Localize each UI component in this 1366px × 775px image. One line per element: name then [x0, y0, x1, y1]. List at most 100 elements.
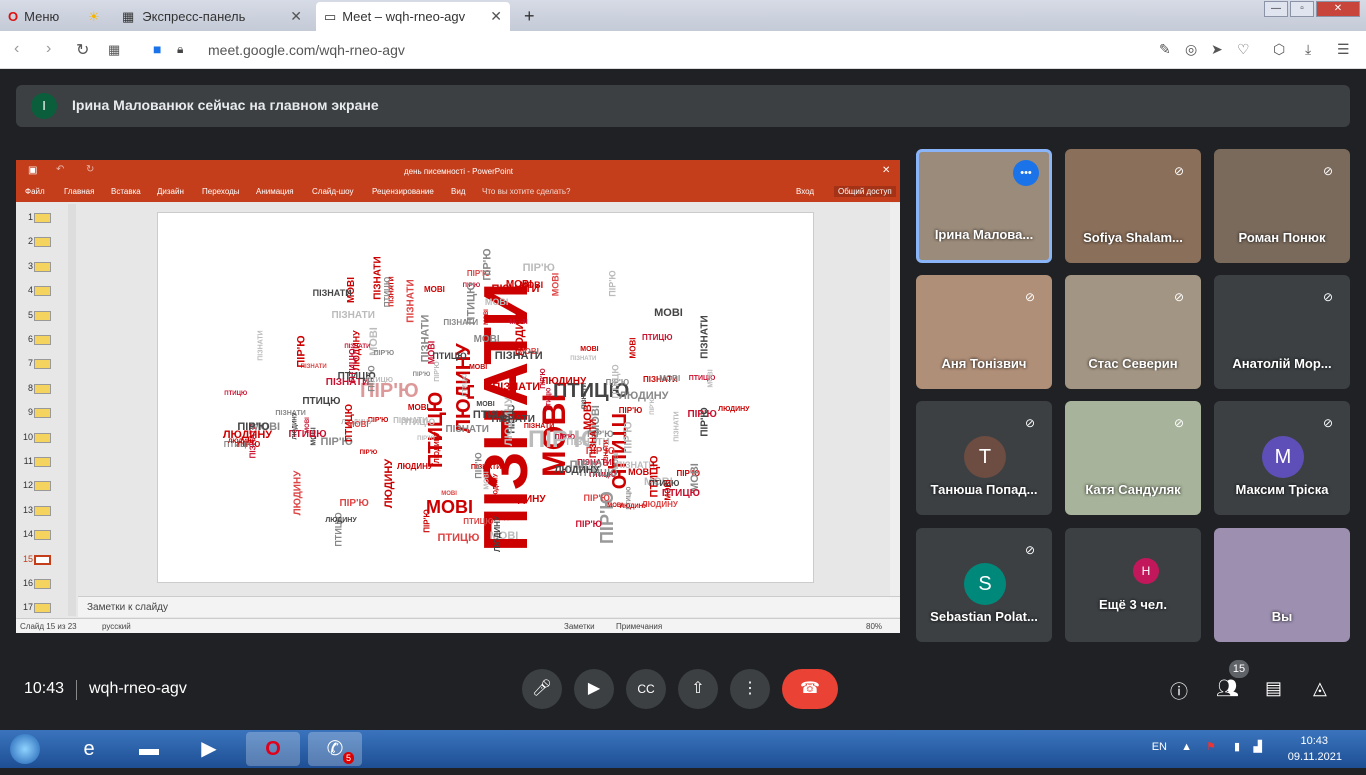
participant-tile[interactable]: ⊘ Роман Понюк: [1214, 149, 1350, 263]
mic-off-icon: ⊘: [1173, 290, 1185, 304]
ppt-menu-review: Рецензирование: [372, 187, 434, 196]
more-options-button[interactable]: ⋮: [730, 669, 770, 709]
slide-word: ПІР'Ю: [618, 405, 643, 415]
close-tab-icon[interactable]: ✕: [490, 8, 502, 25]
slide-word: ПІР'Ю: [607, 270, 618, 298]
slide-word: ПІР'Ю: [434, 361, 441, 383]
status-lang: русский: [102, 622, 131, 631]
language-indicator[interactable]: EN: [1152, 741, 1167, 753]
slide-word: ПІЗНАТИ: [673, 411, 681, 443]
slide-thumbnail-image: [34, 286, 51, 297]
slide-number: 13: [22, 504, 33, 515]
battery-icon: ▮: [1233, 741, 1240, 753]
back-icon[interactable]: ‹: [14, 40, 19, 58]
maximize-button[interactable]: ▫: [1290, 1, 1314, 17]
captions-button[interactable]: CC: [626, 669, 666, 709]
start-button[interactable]: [0, 732, 50, 766]
participant-tile[interactable]: T ⊘ Танюша Попад...: [916, 401, 1052, 515]
sun-icon[interactable]: ☀: [80, 2, 110, 31]
url-input[interactable]: meet.google.com/wqh-rneo-agv: [208, 42, 405, 58]
ppt-ribbon-tabs: Файл Главная Вставка Дизайн Переходы Ани…: [16, 182, 900, 202]
activities-icon[interactable]: ◬: [1313, 678, 1327, 699]
notes-label: Заметки к слайду: [87, 602, 168, 613]
slide-word: МОВІ: [426, 497, 473, 517]
participant-tile[interactable]: ⊘ Анатолій Мор...: [1214, 275, 1350, 389]
minimize-button[interactable]: —: [1264, 1, 1288, 17]
participant-tile[interactable]: S ⊘ Sebastian Polat...: [916, 528, 1052, 642]
status-zoom: 80%: [866, 622, 883, 631]
leave-call-button[interactable]: ☎︎: [782, 669, 838, 709]
ppt-close-icon: ✕: [882, 165, 891, 176]
settings-icon[interactable]: ☰: [1337, 41, 1350, 58]
windows-taskbar: e ▬ ▶ O ✆ 5 EN ▲ ⚑ ▮ ▟ 10:43 09.11.2021: [0, 730, 1366, 768]
menu-label: Меню: [24, 9, 60, 24]
slide-number: 15: [22, 553, 33, 564]
close-window-button[interactable]: ✕: [1316, 1, 1360, 17]
participant-name: Анатолій Мор...: [1232, 356, 1332, 371]
mic-button[interactable]: 🎤︎: [522, 669, 562, 709]
edit-icon[interactable]: ✎: [1159, 41, 1171, 58]
close-tab-icon[interactable]: ✕: [290, 8, 302, 25]
snapshot-icon[interactable]: ◎: [1185, 41, 1197, 58]
slide-word: ПІЗНАТИ: [491, 413, 535, 425]
chat-icon[interactable]: ▤: [1265, 678, 1282, 699]
people-icon[interactable]: 👥︎: [1216, 678, 1239, 699]
slide-word: ЛЮДИНУ: [493, 473, 500, 501]
info-icon[interactable]: ⓘ: [1170, 678, 1188, 704]
meet-control-bar: 10:43 wqh-rneo-agv 🎤︎ ▶ CC ⇧ ⋮ ☎︎ ⓘ 👥︎ 1…: [0, 650, 1366, 730]
slide-word: ПІР'Ю: [481, 248, 494, 281]
slide-word: ЛЮДИНУ: [292, 412, 299, 440]
speed-dial-icon[interactable]: ▦: [108, 42, 120, 58]
new-tab-button[interactable]: +: [516, 2, 536, 31]
slide-word: МОВІ: [654, 306, 683, 319]
send-icon[interactable]: ➤: [1211, 41, 1223, 58]
opera-taskbar-icon[interactable]: O: [246, 732, 300, 766]
opera-menu-tab[interactable]: O Меню: [0, 2, 72, 31]
media-icon[interactable]: ▶: [182, 732, 236, 766]
slide-word: ЛЮДИНУ: [554, 465, 600, 477]
camera-button[interactable]: ▶: [574, 669, 614, 709]
tab-meet[interactable]: ▭ Meet – wqh-rneo-agv ✕: [316, 2, 510, 31]
clock-time: 10:43: [1300, 735, 1328, 747]
slide-number: 1: [27, 212, 33, 222]
slide-word: ЛЮДИНУ: [619, 503, 647, 510]
reload-icon[interactable]: ↻: [76, 40, 89, 60]
ppt-menu-view: Вид: [451, 187, 466, 196]
viber-icon[interactable]: ✆ 5: [308, 732, 362, 766]
participant-tile[interactable]: M ⊘ Максим Тріска: [1214, 401, 1350, 515]
ppt-title-bar: ▣ ↶ ↻ день писемності - PowerPoint ✕: [16, 160, 900, 182]
present-button[interactable]: ⇧: [678, 669, 718, 709]
tab-express-panel[interactable]: ▦ Экспресс-панель ✕: [114, 2, 310, 31]
meeting-code: wqh-rneo-agv: [89, 680, 187, 697]
participant-tile[interactable]: ⊘ Аня Тонізвич: [916, 275, 1052, 389]
slide-word: ЛЮДИНУ: [228, 439, 256, 446]
download-icon[interactable]: ⤓: [1305, 41, 1311, 58]
mic-off-icon: ⊘: [1024, 290, 1036, 304]
participant-tile[interactable]: ⊘ Sofiya Shalam...: [1065, 149, 1201, 263]
status-notes: Заметки: [564, 622, 595, 631]
ppt-menu-home: Главная: [64, 187, 95, 196]
slide-word: ЛЮДИНУ: [641, 499, 678, 509]
slide-number: 4: [27, 285, 33, 296]
cube-icon[interactable]: ⬡: [1273, 41, 1285, 58]
hangup-icon: ☎︎: [800, 680, 820, 697]
participant-tile[interactable]: ⊘ Стас Северин: [1065, 275, 1201, 389]
ppt-status-bar: Слайд 15 из 23 русский Заметки Примечани…: [16, 618, 900, 633]
slide-word: ПІЗНАТИ: [588, 418, 599, 458]
divider: [76, 680, 77, 700]
participant-tile[interactable]: ⊘ Катя Сандуляк: [1065, 401, 1201, 515]
participant-name: Sofiya Shalam...: [1083, 230, 1183, 245]
tray-arrow-icon[interactable]: ▲: [1181, 741, 1192, 753]
participant-tile[interactable]: ••• Ірина Малова...: [916, 149, 1052, 263]
window-icon: ▭: [324, 8, 337, 24]
participant-tile[interactable]: H Ещё 3 чел.: [1065, 528, 1201, 642]
forward-icon[interactable]: ›: [46, 40, 51, 58]
participant-avatar: H: [1133, 558, 1159, 584]
slide-word: МОВІ: [304, 417, 311, 433]
slide-number: 7: [27, 358, 33, 369]
participant-tile[interactable]: Вы: [1214, 528, 1350, 642]
explorer-icon[interactable]: ▬: [122, 732, 176, 766]
videocam-icon: ▶: [587, 680, 601, 697]
ie-icon[interactable]: e: [62, 732, 116, 766]
heart-icon[interactable]: ♡: [1237, 41, 1250, 58]
